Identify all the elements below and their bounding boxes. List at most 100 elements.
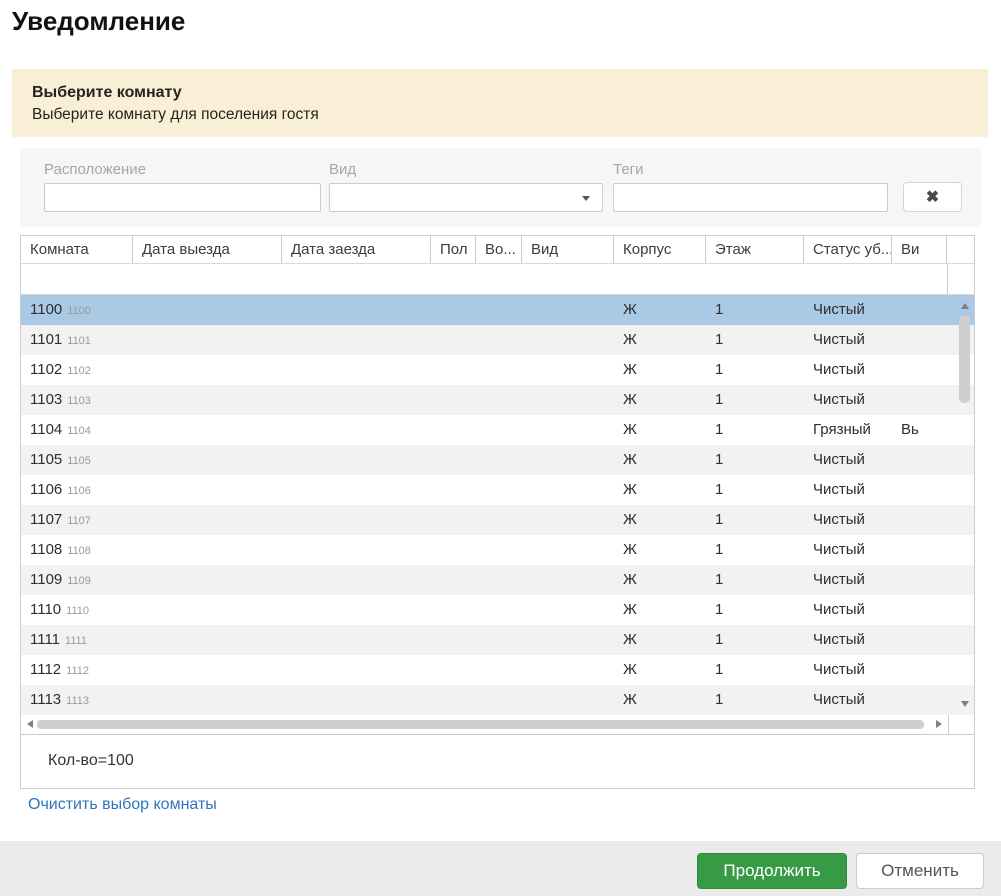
- cell-vi: [892, 625, 947, 655]
- cell-status: Чистый: [804, 325, 892, 355]
- cell-vi: Вь: [892, 415, 947, 445]
- table-row[interactable]: 11061106 Ж 1 Чистый: [21, 475, 974, 505]
- horizontal-scrollbar[interactable]: [21, 715, 974, 734]
- column-header[interactable]: Комната: [21, 236, 133, 263]
- cell-status: Чистый: [804, 535, 892, 565]
- cell-floor: 1: [706, 655, 804, 685]
- table-row[interactable]: 11011101 Ж 1 Чистый: [21, 325, 974, 355]
- table-row[interactable]: 11081108 Ж 1 Чистый: [21, 535, 974, 565]
- cell-gender: [431, 535, 476, 565]
- column-header[interactable]: Во...: [476, 236, 522, 263]
- table-filter-row[interactable]: [21, 264, 974, 295]
- cell-view: [522, 595, 614, 625]
- cell-room: 11081108: [21, 535, 133, 565]
- column-header[interactable]: Статус уб...: [804, 236, 892, 263]
- cell-gender: [431, 595, 476, 625]
- clear-room-selection-link[interactable]: Очистить выбор комнаты: [28, 796, 217, 814]
- scroll-left-icon[interactable]: [27, 720, 33, 728]
- cell-checkout: [133, 325, 282, 355]
- cell-view: [522, 295, 614, 325]
- column-header[interactable]: Вид: [522, 236, 614, 263]
- cell-room: 11051105: [21, 445, 133, 475]
- column-header[interactable]: Ви: [892, 236, 947, 263]
- cell-corpus: Ж: [614, 445, 706, 475]
- cell-vo: [476, 325, 522, 355]
- cell-view: [522, 685, 614, 715]
- cell-gender: [431, 325, 476, 355]
- cell-view: [522, 655, 614, 685]
- banner-subtitle: Выберите комнату для поселения гостя: [32, 104, 968, 126]
- cell-checkin: [282, 445, 431, 475]
- cell-checkout: [133, 445, 282, 475]
- cell-vi: [892, 655, 947, 685]
- cell-view: [522, 565, 614, 595]
- cell-vi: [892, 475, 947, 505]
- cell-status: Чистый: [804, 625, 892, 655]
- cell-floor: 1: [706, 595, 804, 625]
- tags-input[interactable]: [613, 183, 888, 212]
- cell-room: 11061106: [21, 475, 133, 505]
- cell-floor: 1: [706, 355, 804, 385]
- continue-button[interactable]: Продолжить: [697, 853, 847, 889]
- column-header[interactable]: Корпус: [614, 236, 706, 263]
- table-row[interactable]: 11101110 Ж 1 Чистый: [21, 595, 974, 625]
- cell-room: 11031103: [21, 385, 133, 415]
- cell-room: 11001100: [21, 295, 133, 325]
- cancel-button[interactable]: Отменить: [856, 853, 984, 889]
- scroll-down-icon[interactable]: [961, 701, 969, 707]
- cell-room: 11111111: [21, 625, 133, 655]
- clear-filters-button[interactable]: ✖: [903, 182, 962, 212]
- cell-vo: [476, 595, 522, 625]
- cell-room: 11041104: [21, 415, 133, 445]
- column-header[interactable]: Дата выезда: [133, 236, 282, 263]
- cell-gender: [431, 505, 476, 535]
- table-row[interactable]: 11121112 Ж 1 Чистый: [21, 655, 974, 685]
- cell-vi: [892, 535, 947, 565]
- location-input[interactable]: [44, 183, 321, 212]
- cell-vo: [476, 385, 522, 415]
- table-row[interactable]: 11131113 Ж 1 Чистый: [21, 685, 974, 715]
- horizontal-scroll-thumb[interactable]: [37, 720, 924, 729]
- cell-checkin: [282, 385, 431, 415]
- cell-view: [522, 475, 614, 505]
- cell-corpus: Ж: [614, 475, 706, 505]
- cell-gender: [431, 565, 476, 595]
- cell-status: Чистый: [804, 445, 892, 475]
- table-row[interactable]: 11001100 Ж 1 Чистый: [21, 295, 974, 325]
- cell-floor: 1: [706, 415, 804, 445]
- vertical-scrollbar[interactable]: [958, 297, 972, 713]
- table-row[interactable]: 11031103 Ж 1 Чистый: [21, 385, 974, 415]
- column-header[interactable]: Дата заезда: [282, 236, 431, 263]
- cell-floor: 1: [706, 295, 804, 325]
- cell-floor: 1: [706, 475, 804, 505]
- cell-vo: [476, 535, 522, 565]
- vertical-scroll-thumb[interactable]: [959, 315, 970, 403]
- cell-vo: [476, 505, 522, 535]
- cell-room: 11131113: [21, 685, 133, 715]
- table-row[interactable]: 11111111 Ж 1 Чистый: [21, 625, 974, 655]
- table-row[interactable]: 11051105 Ж 1 Чистый: [21, 445, 974, 475]
- column-header[interactable]: Этаж: [706, 236, 804, 263]
- tags-label: Теги: [613, 161, 644, 178]
- table-row[interactable]: 11041104 Ж 1 Грязный Вь: [21, 415, 974, 445]
- scroll-up-icon[interactable]: [961, 303, 969, 309]
- cell-corpus: Ж: [614, 685, 706, 715]
- column-header-spacer: [947, 236, 974, 263]
- cell-vi: [892, 385, 947, 415]
- column-header[interactable]: Пол: [431, 236, 476, 263]
- cell-status: Чистый: [804, 595, 892, 625]
- cell-room: 11021102: [21, 355, 133, 385]
- table-row[interactable]: 11021102 Ж 1 Чистый: [21, 355, 974, 385]
- cell-gender: [431, 295, 476, 325]
- table-header-row: КомнатаДата выездаДата заездаПолВо...Вид…: [21, 236, 974, 264]
- table-row[interactable]: 11071107 Ж 1 Чистый: [21, 505, 974, 535]
- view-select[interactable]: [329, 183, 603, 212]
- cell-corpus: Ж: [614, 295, 706, 325]
- cell-checkin: [282, 325, 431, 355]
- cell-checkin: [282, 595, 431, 625]
- scroll-right-icon[interactable]: [936, 720, 942, 728]
- cell-checkout: [133, 625, 282, 655]
- cell-vi: [892, 355, 947, 385]
- table-row[interactable]: 11091109 Ж 1 Чистый: [21, 565, 974, 595]
- cell-checkin: [282, 295, 431, 325]
